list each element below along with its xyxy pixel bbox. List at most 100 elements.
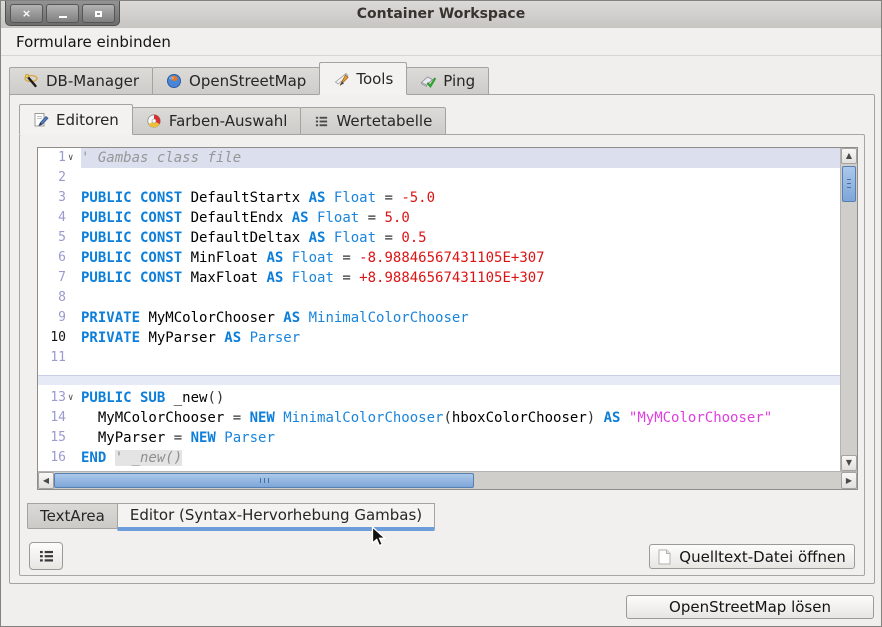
code-line-8[interactable]: 8 — [38, 288, 840, 308]
code-text[interactable] — [81, 168, 840, 188]
code-text[interactable]: PUBLIC CONST DefaultStartx AS Float = -5… — [81, 188, 840, 208]
tab-ping[interactable]: Ping — [406, 67, 489, 95]
scroll-right-button[interactable]: ▶ — [841, 472, 857, 489]
horizontal-scroll-thumb[interactable] — [54, 473, 474, 488]
fold-marker-icon[interactable]: ∨ — [66, 148, 81, 168]
tab-db-manager[interactable]: DB-Manager — [9, 67, 153, 95]
token: = — [342, 250, 359, 266]
code-line-16[interactable]: 16 END ' _new() — [38, 448, 840, 468]
line-number[interactable]: 5 — [38, 228, 66, 248]
code-text[interactable]: ' Gambas class file — [81, 148, 840, 168]
line-number[interactable]: 9 — [38, 308, 66, 328]
token: MinFloat — [191, 250, 267, 266]
token: ( — [443, 410, 451, 426]
line-number[interactable]: 16 — [38, 448, 66, 468]
token: AS — [224, 330, 249, 346]
code-text[interactable]: PUBLIC CONST MinFloat AS Float = -8.9884… — [81, 248, 840, 268]
token: MinimalColorChooser — [309, 310, 469, 326]
sub-tab-bar: Editoren Farben-Auswahl Wertetabelle — [19, 104, 445, 135]
code-line-5[interactable]: 5 PUBLIC CONST DefaultDeltax AS Float = 0… — [38, 228, 840, 248]
token: PUBLIC CONST — [81, 230, 191, 246]
code-text[interactable]: PRIVATE MyMColorChooser AS MinimalColorC… — [81, 308, 840, 328]
line-number[interactable]: 7 — [38, 268, 66, 288]
token: "MyMColorChooser" — [629, 410, 772, 426]
code-text[interactable]: PUBLIC CONST MaxFloat AS Float = +8.9884… — [81, 268, 840, 288]
code-text[interactable]: MyParser = NEW Parser — [81, 428, 840, 448]
token: DefaultDeltax — [191, 230, 309, 246]
maximize-button[interactable] — [82, 4, 115, 23]
open-source-file-button[interactable]: Quelltext-Datei öffnen — [649, 544, 855, 569]
line-number[interactable]: 8 — [38, 288, 66, 308]
code-text[interactable]: PUBLIC SUB _new() — [81, 388, 840, 408]
code-lines[interactable]: 1∨' Gambas class file23PUBLIC CONST Defa… — [38, 148, 840, 471]
line-number[interactable]: 4 — [38, 208, 66, 228]
code-text[interactable]: MyMColorChooser = NEW MinimalColorChoose… — [81, 408, 840, 428]
list-icon — [314, 114, 329, 129]
code-line-4[interactable]: 4 PUBLIC CONST DefaultEndx AS Float = 5.0 — [38, 208, 840, 228]
close-button[interactable]: × — [10, 4, 43, 23]
code-line-14[interactable]: 14 MyMColorChooser = NEW MinimalColorCho… — [38, 408, 840, 428]
code-text[interactable]: PRIVATE MyParser AS Parser — [81, 328, 840, 348]
vertical-scroll-thumb[interactable] — [842, 166, 856, 202]
line-number[interactable]: 1 — [38, 148, 66, 168]
vertical-scrollbar[interactable]: ▲ ▼ — [840, 148, 857, 471]
token: Float — [334, 230, 385, 246]
token: NEW — [250, 410, 284, 426]
fold-marker-icon[interactable]: ∨ — [66, 388, 81, 408]
titlebar[interactable]: Container Workspace — [1, 1, 881, 29]
token: = — [384, 190, 401, 206]
code-line-15[interactable]: 15 MyParser = NEW Parser — [38, 428, 840, 448]
tab-label: TextArea — [40, 507, 105, 525]
line-number[interactable]: 11 — [38, 348, 66, 368]
code-text[interactable] — [81, 348, 840, 368]
line-number[interactable]: 14 — [38, 408, 66, 428]
line-number[interactable]: 3 — [38, 188, 66, 208]
line-number[interactable]: 10 — [38, 328, 66, 348]
code-line-1[interactable]: 1∨' Gambas class file — [38, 148, 840, 168]
code-line-10[interactable]: 10 PRIVATE MyParser AS Parser — [38, 328, 840, 348]
token: AS — [266, 250, 291, 266]
code-line-7[interactable]: 7 PUBLIC CONST MaxFloat AS Float = +8.988… — [38, 268, 840, 288]
tab-tools[interactable]: Tools — [319, 62, 407, 95]
tab-editoren[interactable]: Editoren — [19, 104, 133, 135]
fold-column — [66, 168, 81, 188]
line-number[interactable]: 13 — [38, 388, 66, 408]
list-view-button[interactable] — [29, 542, 63, 570]
tab-textarea[interactable]: TextArea — [27, 503, 118, 529]
token: = — [342, 270, 359, 286]
tab-wertetabelle[interactable]: Wertetabelle — [300, 107, 446, 135]
menubar: Formulare einbinden — [1, 28, 881, 56]
button-label: Quelltext-Datei öffnen — [679, 548, 845, 566]
code-line-11[interactable]: 11 — [38, 348, 840, 368]
tab-label: Editor (Syntax-Hervorhebung Gambas) — [130, 506, 422, 524]
code-text[interactable]: END ' _new() — [81, 448, 840, 468]
code-text[interactable] — [81, 288, 840, 308]
token: = — [368, 210, 385, 226]
code-line-3[interactable]: 3 PUBLIC CONST DefaultStartx AS Float = -… — [38, 188, 840, 208]
scroll-left-button[interactable]: ◀ — [38, 472, 54, 489]
code-line-9[interactable]: 9 PRIVATE MyMColorChooser AS MinimalColor… — [38, 308, 840, 328]
code-text[interactable]: PUBLIC CONST DefaultDeltax AS Float = 0.… — [81, 228, 840, 248]
procedure-separator[interactable] — [38, 368, 840, 388]
code-line-13[interactable]: 13∨PUBLIC SUB _new() — [38, 388, 840, 408]
tab-farben-auswahl[interactable]: Farben-Auswahl — [132, 107, 302, 135]
color-wheel-icon — [146, 113, 162, 129]
code-line-2[interactable]: 2 — [38, 168, 840, 188]
horizontal-scrollbar[interactable]: ◀ ▶ — [38, 471, 857, 489]
menu-formulare-einbinden[interactable]: Formulare einbinden — [10, 31, 177, 53]
line-number[interactable]: 15 — [38, 428, 66, 448]
tab-openstreetmap[interactable]: OpenStreetMap — [152, 67, 320, 95]
scroll-down-button[interactable]: ▼ — [841, 455, 857, 471]
code-line-6[interactable]: 6 PUBLIC CONST MinFloat AS Float = -8.988… — [38, 248, 840, 268]
detach-openstreetmap-button[interactable]: OpenStreetMap lösen — [626, 595, 874, 619]
line-number[interactable]: 6 — [38, 248, 66, 268]
line-number[interactable]: 2 — [38, 168, 66, 188]
minimize-button[interactable] — [46, 4, 79, 23]
token: AS — [604, 410, 629, 426]
minimize-icon — [59, 16, 67, 18]
code-text[interactable]: PUBLIC CONST DefaultEndx AS Float = 5.0 — [81, 208, 840, 228]
code-editor[interactable]: 1∨' Gambas class file23PUBLIC CONST Defa… — [37, 147, 858, 490]
token: () — [207, 390, 224, 406]
scroll-up-button[interactable]: ▲ — [841, 148, 857, 164]
token: AS — [309, 190, 334, 206]
